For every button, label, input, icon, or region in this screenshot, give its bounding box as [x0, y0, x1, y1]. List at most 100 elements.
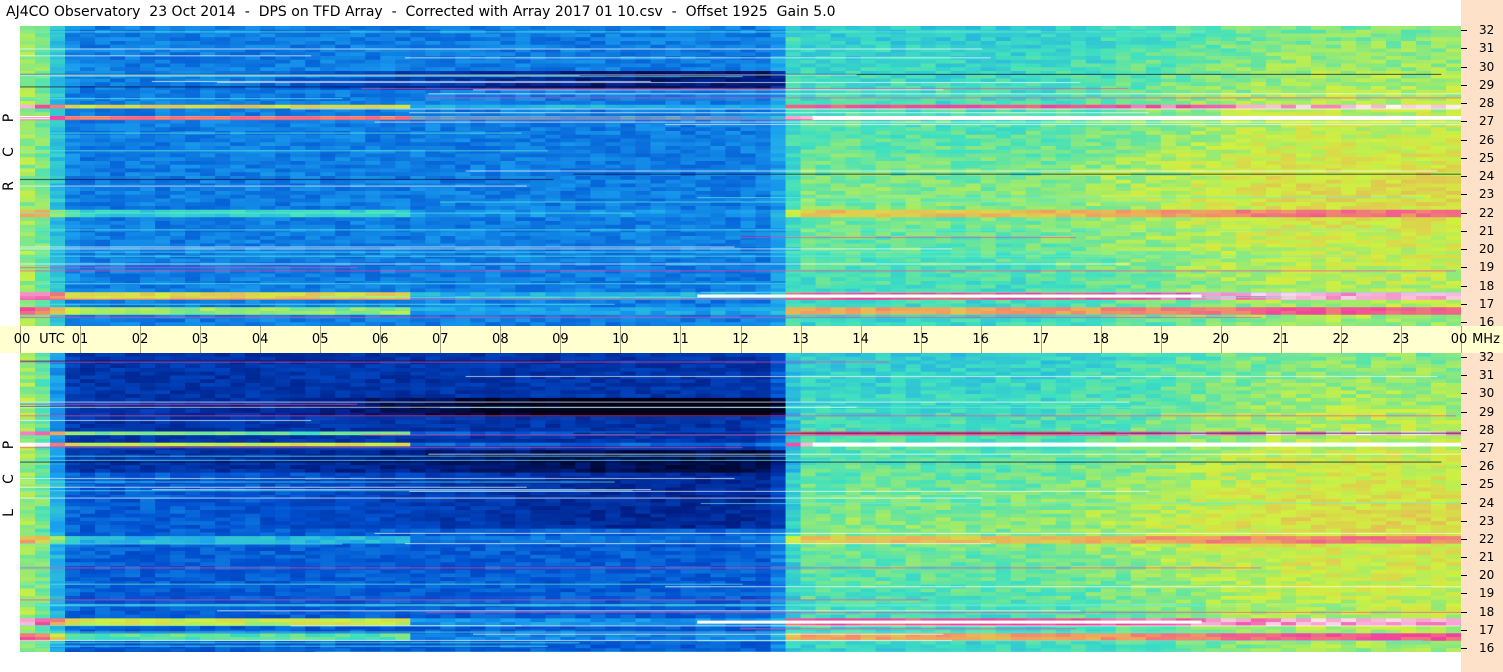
rcp-cell: [980, 179, 997, 185]
rcp-cell: [1340, 138, 1357, 143]
rcp-cell: [830, 209, 847, 215]
rcp-cell: [845, 149, 862, 155]
rcp-cell: [965, 202, 982, 207]
rcp-cell: [995, 187, 1012, 192]
rcp-cell: [830, 149, 847, 155]
rcp-cell: [1190, 44, 1207, 50]
rcp-cell: [1220, 63, 1237, 68]
rcp-cell: [1415, 149, 1432, 155]
rcp-cell: [245, 33, 261, 38]
rcp-cell: [20, 108, 36, 113]
rcp-cell: [155, 127, 171, 132]
rcp-cell: [665, 179, 682, 185]
rcp-cell: [470, 26, 486, 31]
rcp-cell: [530, 134, 546, 140]
rcp-cell: [1145, 33, 1162, 38]
rcp-cell: [650, 26, 667, 31]
rcp-cell: [1055, 41, 1072, 46]
rcp-cell: [290, 101, 306, 106]
rcp-cell: [1325, 138, 1342, 143]
rcp-cell: [290, 179, 306, 185]
rcp-cell: [1385, 183, 1402, 188]
rcp-cell: [1250, 213, 1267, 218]
rcp-cell: [1265, 157, 1282, 162]
rcp-cell: [1325, 78, 1342, 83]
rcp-cell: [305, 202, 321, 207]
rcp-cell: [1100, 74, 1117, 80]
rcp-cell: [875, 217, 892, 222]
rcp-cell: [1295, 101, 1312, 106]
rcp-cell: [1085, 217, 1102, 222]
rcp-cell: [1310, 194, 1327, 200]
rcp-cell: [1235, 146, 1252, 151]
rcp-cell: [35, 161, 51, 166]
rcp-cell: [1400, 78, 1417, 83]
rcp-cell: [275, 97, 291, 102]
rcp-cell: [1355, 161, 1372, 166]
rcp-cell: [755, 209, 772, 215]
rcp-cell: [770, 101, 787, 106]
rcp-cell: [1130, 153, 1147, 158]
rcp-cell: [125, 33, 141, 38]
rcp-cell: [1070, 56, 1087, 61]
rcp-cell: [575, 157, 591, 162]
rcp-cell: [515, 213, 531, 218]
rcp-cell: [530, 101, 546, 106]
rcp-cell: [1205, 41, 1222, 46]
rcp-cell: [1340, 131, 1357, 136]
rcp-cell: [635, 138, 652, 143]
rcp-cell: [1265, 26, 1282, 31]
rcp-cell: [1115, 44, 1132, 50]
rcp-cell: [935, 217, 952, 222]
rcp-cell: [890, 26, 907, 31]
rcp-cell: [20, 59, 36, 65]
rcp-cell: [425, 59, 441, 65]
rcp-cell: [1205, 26, 1222, 31]
rcp-cell: [1040, 67, 1057, 72]
rcp-cell: [500, 67, 516, 72]
rcp-cell: [785, 209, 802, 215]
rcp-cell: [1085, 41, 1102, 46]
rcp-cell: [1280, 187, 1297, 192]
rcp-cell: [245, 134, 261, 140]
rcp-cell: [50, 26, 66, 31]
rcp-cell: [1130, 86, 1147, 91]
rcp-cell: [665, 213, 682, 218]
rcp-cell: [740, 131, 757, 136]
rcp-cell: [320, 112, 336, 117]
rcp-cell: [1040, 101, 1057, 106]
rcp-cell: [50, 112, 66, 117]
rcp-cell: [1220, 176, 1237, 181]
rcp-cell: [1115, 41, 1132, 46]
rcp-cell: [605, 202, 622, 207]
rcp-cell: [740, 164, 757, 170]
rcp-cell: [785, 213, 802, 218]
rcp-cell: [95, 146, 111, 151]
rcp-cell: [290, 157, 306, 162]
rcp-cell: [1385, 59, 1402, 65]
rcp-cell: [1235, 187, 1252, 192]
rcp-cell: [725, 202, 742, 207]
rcp-cell: [1265, 78, 1282, 83]
rcp-cell: [95, 134, 111, 140]
rcp-cell: [290, 123, 306, 128]
rcp-cell: [80, 191, 96, 196]
rcp-cell: [650, 33, 667, 38]
rcp-cell: [965, 187, 982, 192]
rcp-cell: [1040, 59, 1057, 65]
rcp-cell: [605, 123, 622, 128]
rcp-cell: [245, 168, 261, 173]
rcp-cell: [680, 191, 697, 196]
rcp-cell: [680, 26, 697, 31]
rcp-cell: [230, 56, 246, 61]
rcp-cell: [1220, 183, 1237, 188]
rcp-cell: [710, 131, 727, 136]
rcp-cell: [575, 63, 591, 68]
rcp-cell: [1190, 127, 1207, 132]
rcp-cell: [710, 37, 727, 42]
rcp-cell: [1295, 217, 1312, 222]
rcp-cell: [1250, 206, 1267, 211]
rcp-cell: [50, 187, 66, 192]
rcp-cell: [95, 67, 111, 72]
rcp-cell: [1400, 161, 1417, 166]
